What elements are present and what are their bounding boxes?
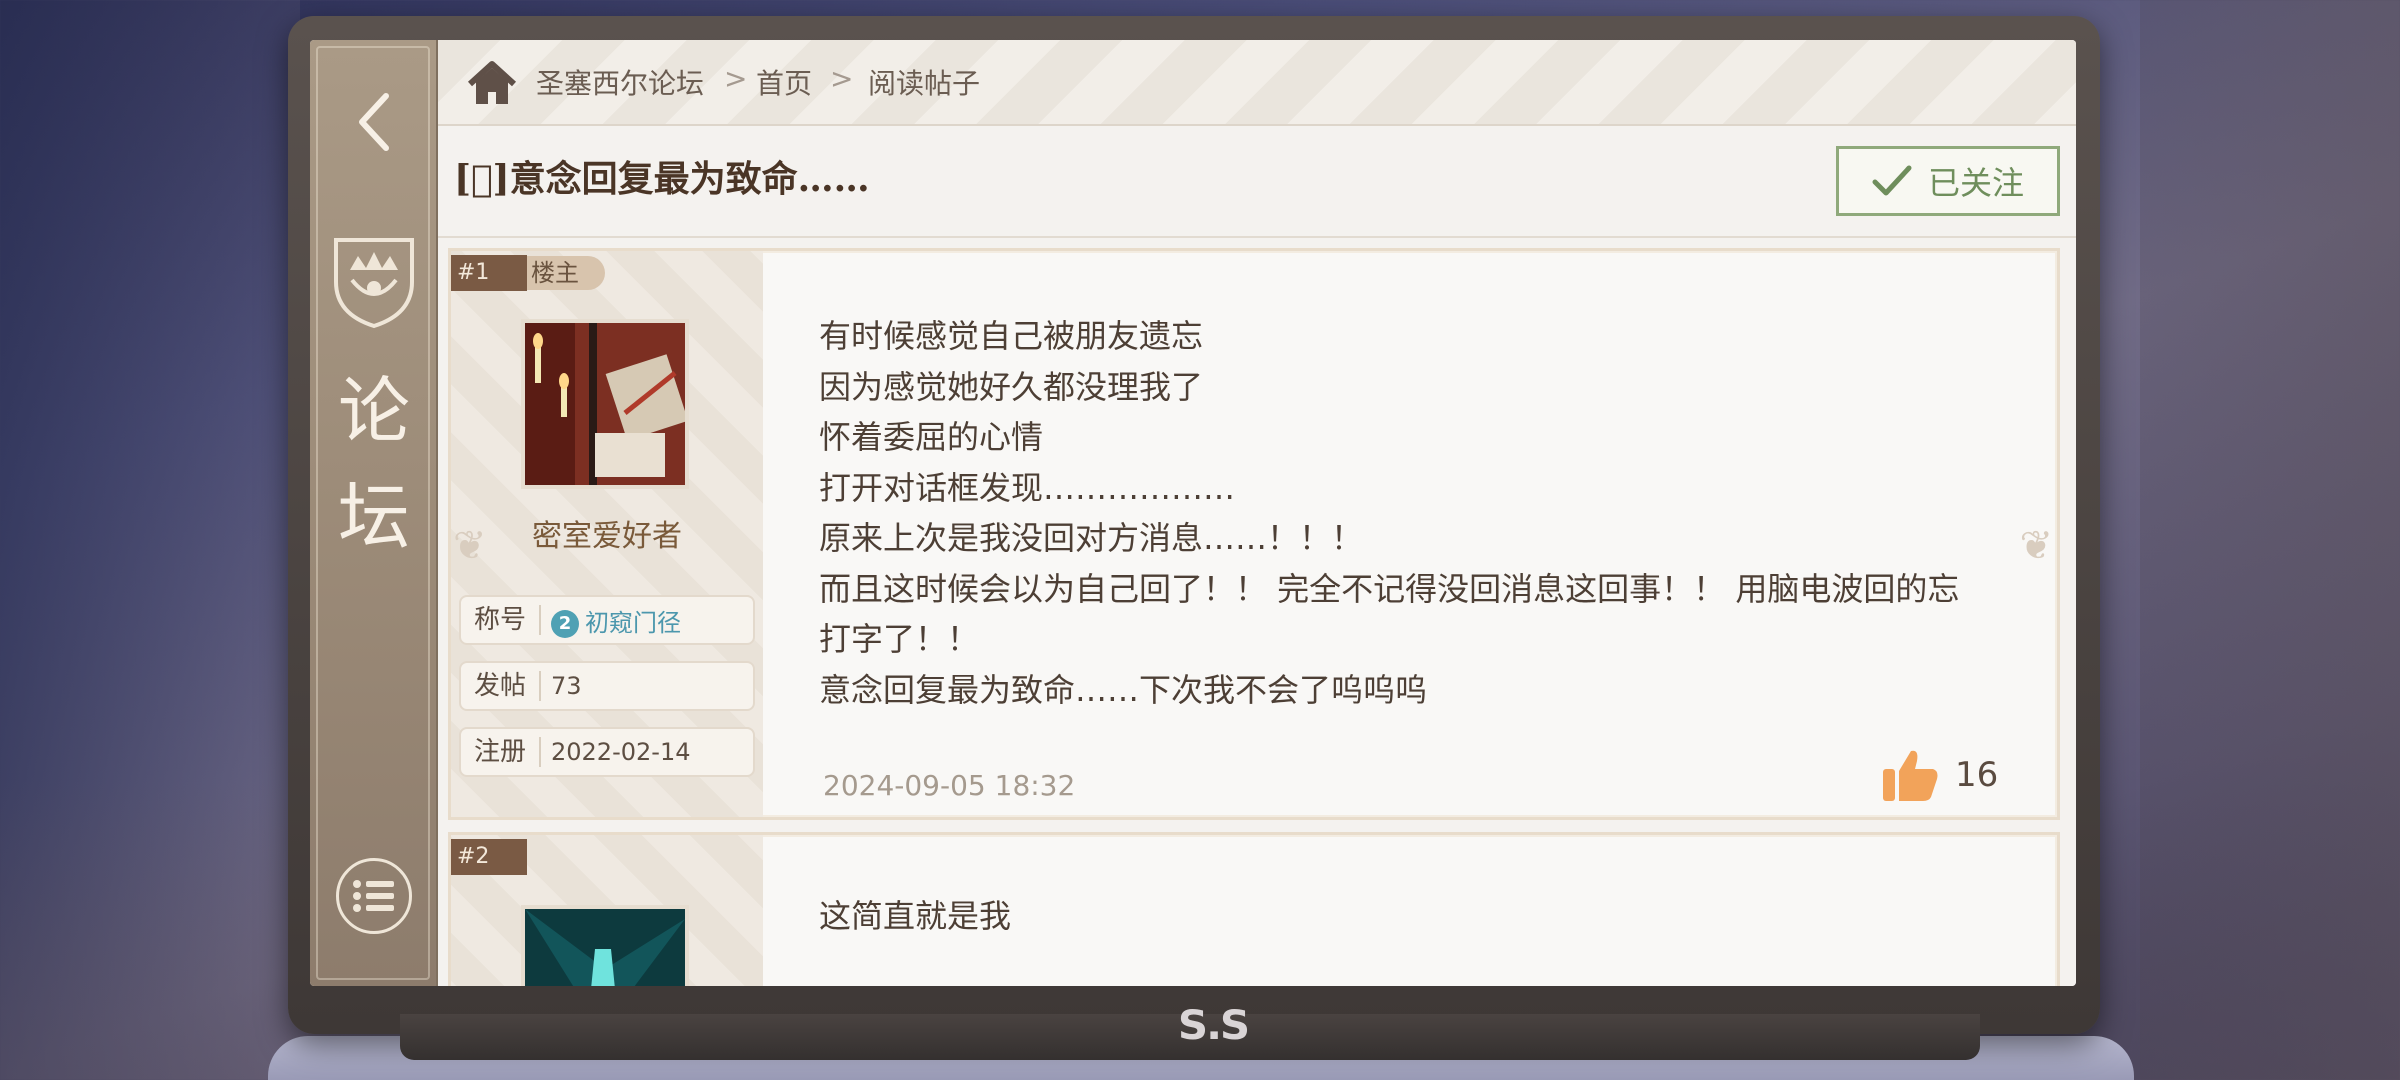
breadcrumb-current: 阅读帖子 (868, 67, 981, 100)
post-line: 意念回复最为致命……下次我不会了呜呜呜 (819, 670, 1428, 709)
post-line: 而且这时候会以为自己回了！！ 完全不记得没回消息这回事！！ 用脑电波回的忘 (819, 569, 1960, 608)
ornament-right: ❦ (2019, 523, 2053, 569)
post-line: 有时候感觉自己被朋友遗忘 (819, 317, 1204, 355)
post-floor-1: #1 楼主 ❦ 密室爱好者 称号 2 初窥门径 发帖 73 注册 2022-02… (448, 248, 2060, 820)
post-line: 因为感觉她好久都没理我了 (819, 367, 1204, 406)
back-arrow-icon (359, 93, 389, 151)
rank-label: 称号 (461, 605, 541, 635)
floor-number: #1 (451, 255, 527, 291)
post-body: 这简直就是我 (819, 891, 2039, 942)
post-line: 打开对话框发现……………… (819, 468, 1236, 507)
post-line: 原来上次是我没回对方消息……！！！ (819, 519, 1364, 557)
breadcrumb-forum[interactable]: 圣塞西尔论坛 (536, 62, 704, 102)
post-body: 有时候感觉自己被朋友遗忘 因为感觉她好久都没理我了 怀着委屈的心情 打开对话框发… (819, 311, 2039, 715)
op-tag: 楼主 (527, 256, 605, 290)
like-count: 16 (1955, 755, 1999, 795)
author-rank: 称号 2 初窥门径 (459, 595, 755, 645)
forum-content: 圣塞西尔论坛 > 首页 > 阅读帖子 [ﾞ]意念回复最为致命…… 已关注 #1 … (438, 40, 2076, 986)
register-label: 注册 (461, 737, 541, 767)
menu-list-icon (353, 880, 394, 912)
thumbs-up-icon (1883, 750, 1938, 801)
follow-button[interactable]: 已关注 (1836, 146, 2060, 216)
like-button[interactable]: 16 (1881, 747, 1998, 803)
post-line: 这简直就是我 (819, 897, 1012, 935)
post-line: 打字了！！ (819, 620, 980, 658)
author-post-count: 发帖 73 (459, 661, 755, 711)
title-divider (438, 236, 2076, 238)
sidebar-title: 论 坛 (337, 369, 410, 559)
follow-button-label: 已关注 (1927, 164, 2024, 202)
breadcrumb: 圣塞西尔论坛 > 首页 > 阅读帖子 (438, 40, 2076, 126)
author-panel: #2 (451, 835, 763, 986)
check-icon (1872, 165, 1912, 196)
floor-label: #2 (451, 839, 527, 875)
menu-button[interactable] (336, 858, 412, 934)
post-title: [ﾞ]意念回复最为致命…… (454, 158, 870, 200)
author-register-date: 注册 2022-02-14 (459, 727, 755, 777)
home-icon[interactable] (466, 60, 518, 106)
forum-crest-icon (334, 238, 414, 329)
author-name[interactable]: 密室爱好者 (451, 511, 763, 555)
register-value: 2022-02-14 (551, 738, 691, 766)
avatar[interactable] (521, 905, 689, 986)
floor-label: #1 楼主 (451, 255, 605, 291)
post-timestamp: 2024-09-05 18:32 (823, 769, 1076, 802)
rank-value: 2 初窥门径 (541, 603, 681, 638)
rank-level-icon: 2 (551, 609, 579, 638)
post-line: 怀着委屈的心情 (819, 418, 1044, 456)
author-panel: #1 楼主 ❦ 密室爱好者 称号 2 初窥门径 发帖 73 注册 2022-02… (451, 251, 763, 817)
chevron-right-icon: > (830, 62, 854, 95)
device-logo: S.S (1177, 1003, 1250, 1049)
breadcrumb-home[interactable]: 首页 (756, 62, 812, 102)
floor-number: #2 (451, 839, 527, 875)
avatar-image (525, 323, 685, 485)
back-button[interactable] (332, 80, 416, 164)
avatar-image (525, 909, 685, 986)
sidebar: 论 坛 (310, 40, 438, 986)
post-count-value: 73 (551, 672, 582, 700)
post-floor-2: #2 这简直就是我 (448, 832, 2060, 986)
chevron-right-icon: > (724, 62, 748, 95)
forum-screen: 论 坛 圣塞西尔论坛 > 首页 > 阅读帖子 [ﾞ]意念回复最为致命…… 已关注… (310, 40, 2076, 986)
avatar[interactable] (521, 319, 689, 489)
post-count-label: 发帖 (461, 671, 541, 701)
